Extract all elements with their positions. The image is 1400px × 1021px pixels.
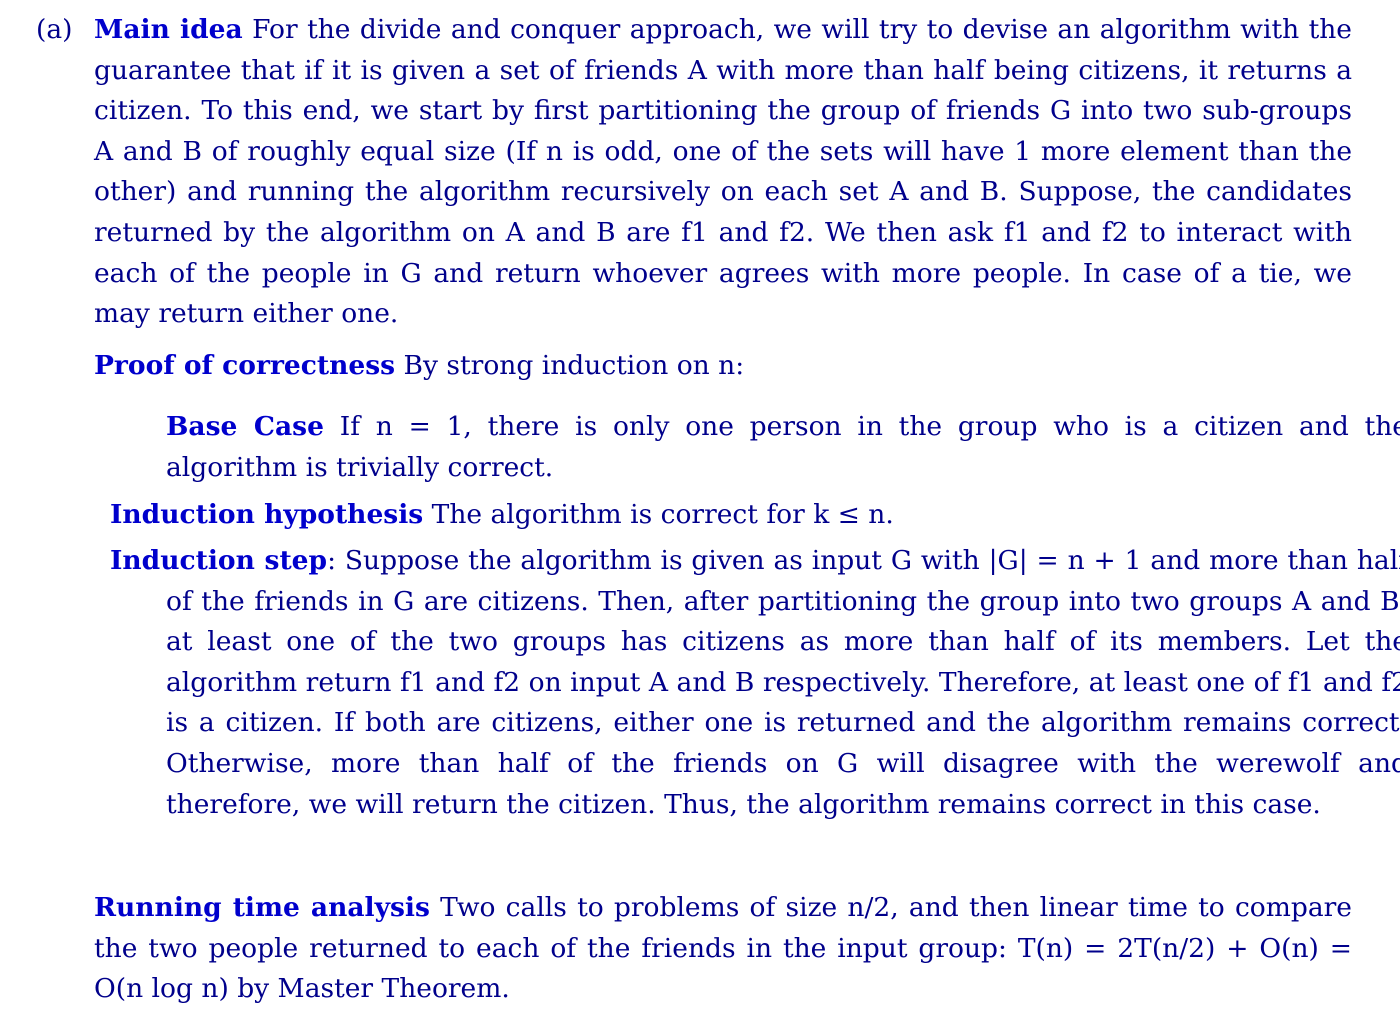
proof-heading: Proof of correctness (94, 350, 396, 381)
induction-hypothesis-paragraph: Induction hypothesis The algorithm is co… (110, 495, 1400, 536)
running-time-paragraph: Running time analysis Two calls to probl… (94, 888, 1352, 1010)
base-case-text: If n = 1, there is only one person in th… (166, 411, 1400, 483)
item-label: (a) (36, 14, 73, 45)
main-idea-paragraph: Main idea For the divide and conquer app… (94, 10, 1352, 335)
proof-text: By strong induction on n: (403, 350, 745, 381)
base-case-paragraph: Base Case If n = 1, there is only one pe… (110, 407, 1400, 488)
document-page: (a) Main idea For the divide and conquer… (0, 0, 1400, 1021)
main-idea-heading: Main idea (94, 14, 243, 45)
induction-step-paragraph: Induction step: Suppose the algorithm is… (110, 541, 1400, 825)
proof-paragraph: Proof of correctness By strong induction… (94, 346, 1352, 387)
induction-step-heading: Induction step (110, 545, 328, 576)
induction-hypothesis-text: The algorithm is correct for k ≤ n. (431, 499, 894, 530)
main-idea-text: For the divide and conquer approach, we … (94, 14, 1352, 330)
base-case-heading: Base Case (166, 411, 324, 442)
running-time-heading: Running time analysis (94, 892, 430, 923)
induction-hypothesis-heading: Induction hypothesis (110, 499, 424, 530)
induction-step-text: : Suppose the algorithm is given as inpu… (166, 545, 1400, 820)
